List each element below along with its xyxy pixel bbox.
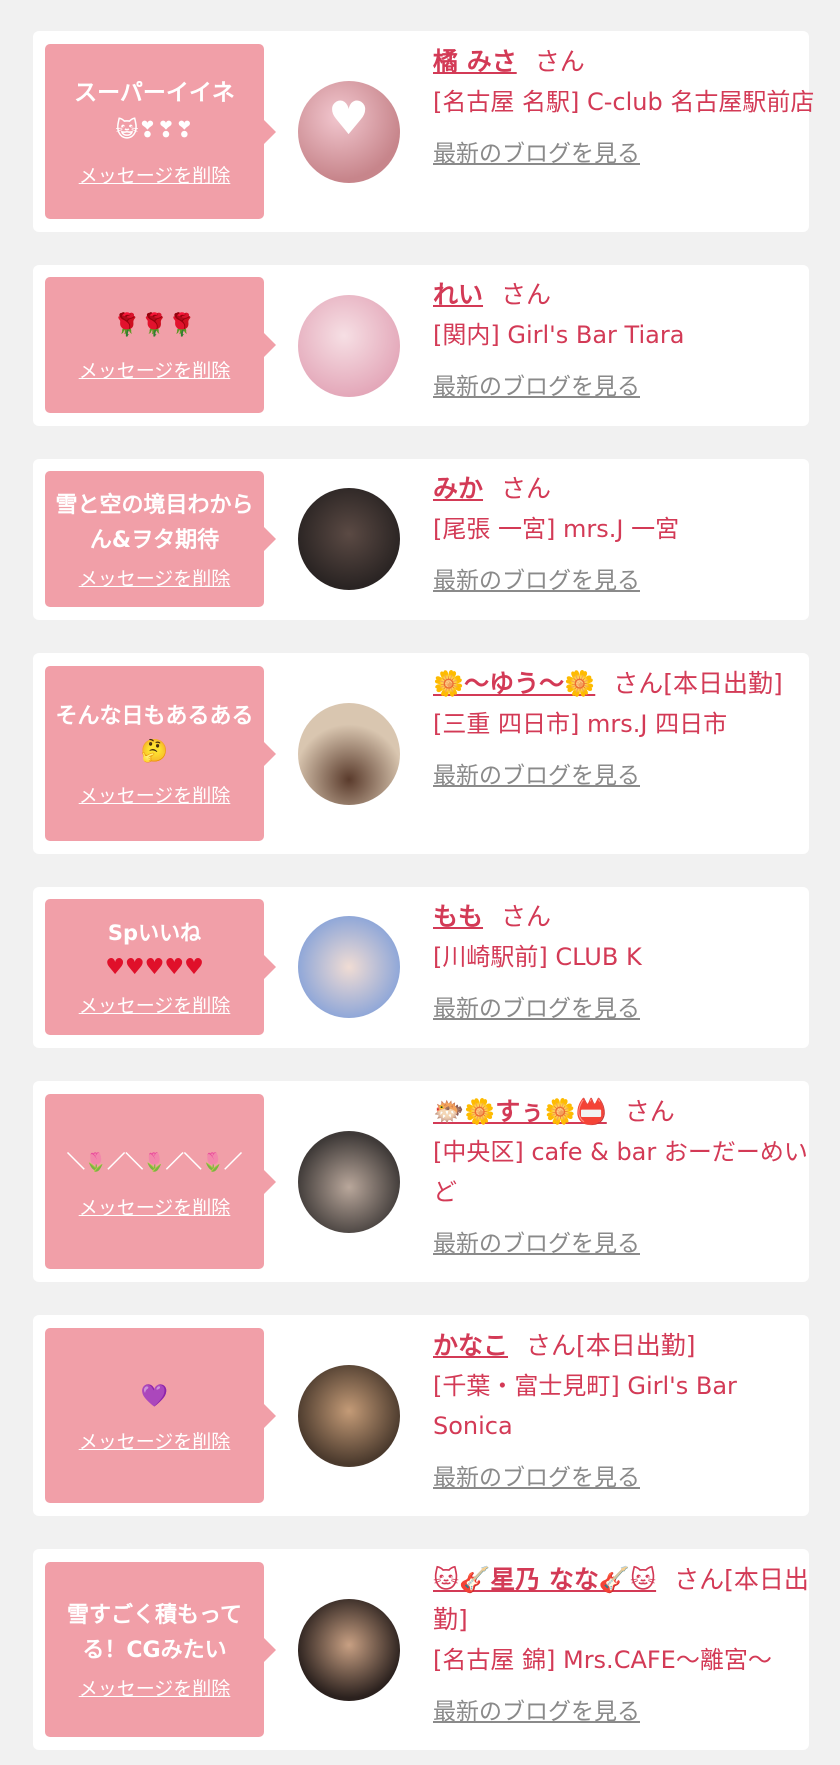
honorific-label: さん — [624, 1097, 675, 1126]
latest-blog-link[interactable]: 最新のブログを見る — [433, 367, 640, 401]
message-bubble: 🌹🌹🌹 メッセージを削除 — [45, 277, 276, 413]
avatar[interactable] — [298, 1131, 400, 1233]
avatar[interactable] — [298, 1365, 400, 1467]
message-bubble: Spいいね ♥♥♥♥♥ メッセージを削除 — [45, 899, 276, 1035]
list-item: 雪すごく積もってる！CGみたい メッセージを削除 🐱🎸星乃 なな🎸🐱 さん[本日出… — [33, 1549, 809, 1750]
message-text: Spいいね ♥♥♥♥♥ — [105, 921, 204, 980]
honorific-label: さん — [501, 280, 552, 309]
message-bubble: そんな日もあるある🤔 メッセージを削除 — [45, 666, 276, 841]
shop-label: [尾張 一宮] mrs.J 一宮 — [433, 515, 680, 543]
heart-icon: ♥ — [328, 91, 370, 145]
message-bubble: スーパーイイネ 😺❣❣❣ メッセージを削除 — [45, 44, 276, 219]
shop-label: [名古屋 錦] Mrs.CAFE〜離宮〜 — [433, 1646, 772, 1674]
latest-blog-link[interactable]: 最新のブログを見る — [433, 134, 640, 168]
list-item: そんな日もあるある🤔 メッセージを削除 🌼〜ゆう〜🌼 さん[本日出勤] [三重 四… — [33, 653, 809, 854]
list-item: スーパーイイネ 😺❣❣❣ メッセージを削除 ♥ 橘 みさ さん [名古屋 名駅] C… — [33, 31, 814, 232]
avatar[interactable] — [298, 1599, 400, 1701]
honorific-label: さん — [501, 474, 552, 503]
profile-info: 🐡🌼すぅ🌼📛 さん [中央区] cafe & bar おーだーめいど 最新のブログ… — [433, 1092, 823, 1258]
shop-label: [名古屋 名駅] C-club 名古屋駅前店 — [433, 88, 815, 116]
profile-info: かなこ さん[本日出勤] [千葉・富士見町] Girl's Bar Sonica … — [433, 1326, 823, 1492]
shop-label: [三重 四日市] mrs.J 四日市 — [433, 710, 728, 738]
message-text: スーパーイイネ 😺❣❣❣ — [74, 80, 235, 143]
delete-message-button[interactable]: メッセージを削除 — [79, 1427, 231, 1454]
cast-name-link[interactable]: もも — [433, 902, 483, 931]
cast-name-link[interactable]: 🌼〜ゆう〜🌼 — [433, 669, 595, 698]
message-bubble: ＼🌷／＼🌷／＼🌷／ メッセージを削除 — [45, 1094, 276, 1269]
profile-info: れい さん [関内] Girl's Bar Tiara 最新のブログを見る — [433, 275, 823, 401]
delete-message-button[interactable]: メッセージを削除 — [79, 1193, 231, 1220]
delete-message-button[interactable]: メッセージを削除 — [79, 1674, 231, 1701]
message-text: 🌹🌹🌹 — [113, 313, 196, 338]
list-item: 雪と空の境目わからん&ヲタ期待 メッセージを削除 みか さん [尾張 一宮] mr… — [33, 459, 809, 620]
latest-blog-link[interactable]: 最新のブログを見る — [433, 561, 640, 595]
latest-blog-link[interactable]: 最新のブログを見る — [433, 989, 640, 1023]
delete-message-button[interactable]: メッセージを削除 — [79, 781, 231, 808]
profile-info: みか さん [尾張 一宮] mrs.J 一宮 最新のブログを見る — [433, 469, 823, 595]
message-text: そんな日もあるある🤔 — [55, 704, 254, 764]
message-bubble: 雪すごく積もってる！CGみたい メッセージを削除 — [45, 1562, 276, 1737]
avatar[interactable] — [298, 295, 400, 397]
honorific-label: さん — [534, 47, 585, 76]
message-text: ＼🌷／＼🌷／＼🌷／ — [66, 1152, 243, 1173]
avatar[interactable] — [298, 488, 400, 590]
list-item: Spいいね ♥♥♥♥♥ メッセージを削除 もも さん [川崎駅前] CLUB K 最… — [33, 887, 809, 1048]
avatar[interactable]: ♥ — [298, 81, 400, 183]
delete-message-button[interactable]: メッセージを削除 — [79, 991, 231, 1018]
latest-blog-link[interactable]: 最新のブログを見る — [433, 1692, 640, 1726]
message-text: 雪すごく積もってる！CGみたい — [67, 1603, 242, 1663]
honorific-label: さん[本日出勤] — [613, 669, 783, 698]
cast-name-link[interactable]: 🐱🎸星乃 なな🎸🐱 — [433, 1565, 656, 1594]
delete-message-button[interactable]: メッセージを削除 — [79, 356, 231, 383]
message-text: 雪と空の境目わからん&ヲタ期待 — [55, 492, 254, 553]
cast-name-link[interactable]: かなこ — [433, 1331, 508, 1360]
list-item: ＼🌷／＼🌷／＼🌷／ メッセージを削除 🐡🌼すぅ🌼📛 さん [中央区] cafe &… — [33, 1081, 809, 1282]
shop-label: [千葉・富士見町] Girl's Bar Sonica — [433, 1372, 737, 1440]
cast-name-link[interactable]: れい — [433, 280, 483, 309]
message-list: スーパーイイネ 😺❣❣❣ メッセージを削除 ♥ 橘 みさ さん [名古屋 名駅] C… — [0, 0, 840, 1765]
message-bubble: 💜 メッセージを削除 — [45, 1328, 276, 1503]
list-item: 💜 メッセージを削除 かなこ さん[本日出勤] [千葉・富士見町] Girl's … — [33, 1315, 809, 1516]
latest-blog-link[interactable]: 最新のブログを見る — [433, 1458, 640, 1492]
profile-info: もも さん [川崎駅前] CLUB K 最新のブログを見る — [433, 897, 823, 1023]
shop-label: [関内] Girl's Bar Tiara — [433, 321, 685, 349]
honorific-label: さん[本日出勤] — [526, 1331, 696, 1360]
profile-info: 🌼〜ゆう〜🌼 さん[本日出勤] [三重 四日市] mrs.J 四日市 最新のブログ… — [433, 664, 823, 790]
message-bubble: 雪と空の境目わからん&ヲタ期待 メッセージを削除 — [45, 471, 276, 607]
shop-label: [中央区] cafe & bar おーだーめいど — [433, 1138, 808, 1206]
cast-name-link[interactable]: みか — [433, 474, 483, 503]
latest-blog-link[interactable]: 最新のブログを見る — [433, 1224, 640, 1258]
avatar[interactable] — [298, 916, 400, 1018]
cast-name-link[interactable]: 橘 みさ — [433, 47, 517, 76]
profile-info: 橘 みさ さん [名古屋 名駅] C-club 名古屋駅前店 最新のブログを見る — [433, 42, 823, 168]
latest-blog-link[interactable]: 最新のブログを見る — [433, 756, 640, 790]
cast-name-link[interactable]: 🐡🌼すぅ🌼📛 — [433, 1097, 607, 1126]
heart-icon: ♥♥♥♥♥ — [105, 955, 204, 980]
message-text: 💜 — [140, 1383, 169, 1409]
avatar[interactable] — [298, 703, 400, 805]
profile-info: 🐱🎸星乃 なな🎸🐱 さん[本日出勤] [名古屋 錦] Mrs.CAFE〜離宮〜 最… — [433, 1560, 823, 1726]
shop-label: [川崎駅前] CLUB K — [433, 943, 642, 971]
delete-message-button[interactable]: メッセージを削除 — [79, 161, 231, 188]
list-item: 🌹🌹🌹 メッセージを削除 れい さん [関内] Girl's Bar Tiara … — [33, 265, 809, 426]
honorific-label: さん — [501, 902, 552, 931]
delete-message-button[interactable]: メッセージを削除 — [79, 564, 231, 591]
